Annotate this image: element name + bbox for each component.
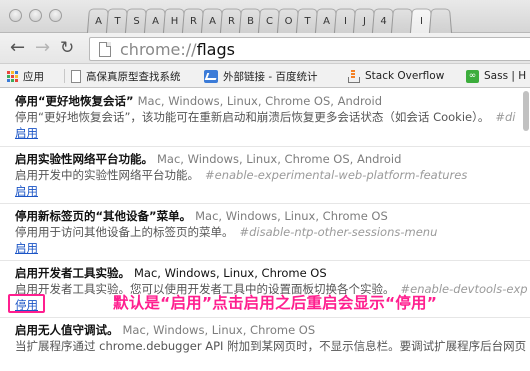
bookmark-label: Sass | H: [484, 70, 527, 82]
zoom-window-button[interactable]: [49, 9, 62, 22]
tab-label: O: [284, 15, 293, 27]
enable-link[interactable]: 启用: [15, 184, 38, 198]
experiment-platforms: Mac, Windows, Linux, Chrome OS, Android: [137, 94, 383, 108]
experiment-platforms: Mac, Windows, Linux, Chrome OS: [195, 209, 388, 223]
enable-link[interactable]: 启用: [15, 241, 38, 255]
tab-label: R: [228, 15, 235, 27]
bookmark-stack-overflow[interactable]: Stack Overflow: [347, 68, 444, 84]
sass-icon: ∞: [466, 69, 479, 83]
tab-strip: A T S A H R A R B C O T A I J 4 I: [0, 0, 530, 33]
url-text: chrome://flags: [120, 40, 235, 59]
tab-label: T: [114, 15, 121, 27]
apps-icon: [7, 70, 18, 82]
experiment-description: 停用用于访问其他设备上的标签页的菜单。: [15, 225, 234, 239]
tab-label: A: [95, 15, 102, 27]
tab-label: R: [190, 15, 197, 27]
back-arrow-icon[interactable]: ←: [10, 39, 25, 57]
tab[interactable]: [428, 3, 453, 33]
toolbar: ← → ↻ chrome://flags: [0, 33, 530, 64]
tab-label: A: [152, 15, 159, 27]
experiment-item: 启用无人值守调试。 Mac, Windows, Linux, Chrome OS …: [0, 317, 530, 354]
experiment-name: 停用新标签页的“其他设备”菜单。: [15, 209, 192, 223]
experiment-description: 当扩展程序通过 chrome.debugger API 附加到某网页时，不显示信…: [15, 339, 527, 353]
stats-icon: [204, 69, 218, 83]
experiment-name: 启用实验性网络平台功能。: [15, 152, 153, 166]
tab-label: T: [304, 15, 311, 27]
enable-link[interactable]: 启用: [15, 126, 38, 140]
bookmark-prototype-search[interactable]: 高保真原型查找系统: [71, 68, 181, 84]
experiment-name: 启用开发者工具实验。: [15, 266, 130, 280]
url-scheme: chrome://: [120, 40, 197, 59]
tab-label: C: [266, 15, 273, 27]
tab-label: A: [323, 15, 330, 27]
scrollbar-thumb[interactable]: [523, 91, 529, 131]
stackoverflow-icon: [347, 69, 360, 83]
page-icon: [71, 69, 81, 83]
tab-label: J: [363, 15, 366, 27]
experiment-platforms: Mac, Windows, Linux, Chrome OS: [134, 266, 327, 280]
experiment-description: 停用“更好地恢复会话”，该功能可在重新启动和崩溃后恢复更多会话状态（如会话 Co…: [15, 110, 490, 124]
experiment-anchor-link[interactable]: #di: [495, 110, 515, 124]
bookmark-apps[interactable]: 应用: [7, 68, 44, 84]
tab-label: S: [133, 15, 140, 27]
tab-label: A: [209, 15, 216, 27]
forward-arrow-icon[interactable]: →: [35, 39, 50, 57]
bookmark-label: 应用: [23, 70, 44, 83]
tab-label: I: [420, 15, 423, 27]
tab-label: 4: [380, 15, 387, 27]
experiment-item: 停用新标签页的“其他设备”菜单。 Mac, Windows, Linux, Chr…: [0, 203, 530, 256]
experiment-name: 停用“更好地恢复会话”: [15, 94, 134, 108]
bookmark-sass[interactable]: ∞ Sass | H: [466, 68, 526, 84]
bookmark-label: 高保真原型查找系统: [86, 70, 181, 83]
url-path: flags: [196, 40, 235, 59]
experiment-name: 启用无人值守调试。: [15, 323, 119, 337]
reload-icon[interactable]: ↻: [60, 39, 74, 57]
bookmark-separator: [64, 69, 65, 83]
experiment-platforms: Mac, Windows, Linux, Chrome OS: [122, 323, 316, 337]
flags-page: 停用“更好地恢复会话” Mac, Windows, Linux, Chrome O…: [0, 89, 530, 371]
tab-list: A T S A H R A R B C O T A I J 4 I: [86, 3, 447, 33]
tab-label: B: [247, 15, 254, 27]
highlight-box: [8, 294, 45, 313]
close-window-button[interactable]: [9, 9, 22, 22]
page-icon: [99, 42, 111, 57]
scrollbar[interactable]: [522, 89, 530, 371]
bookmark-label: 外部链接 - 百度统计: [223, 70, 318, 83]
experiment-item: 启用实验性网络平台功能。 Mac, Windows, Linux, Chrome …: [0, 146, 530, 199]
experiment-description: 启用开发中的实验性网络平台功能。: [15, 168, 199, 182]
experiment-anchor-link[interactable]: #enable-experimental-web-platform-featur…: [205, 168, 467, 182]
address-bar[interactable]: chrome://flags: [89, 37, 530, 61]
tab-label: I: [344, 15, 347, 27]
bookmark-baidu-stats[interactable]: 外部链接 - 百度统计: [204, 68, 317, 84]
experiment-anchor-link[interactable]: #disable-ntp-other-sessions-menu: [240, 225, 438, 239]
bookmark-label: Stack Overflow: [365, 70, 445, 82]
annotation-text: 默认是“启用”点击启用之后重启会显示“停用”: [113, 294, 438, 312]
experiment-item: 停用“更好地恢复会话” Mac, Windows, Linux, Chrome O…: [0, 93, 530, 141]
minimize-window-button[interactable]: [29, 9, 42, 22]
bookmarks-bar: 应用 高保真原型查找系统 外部链接 - 百度统计 Stack Overflow …: [0, 64, 530, 88]
experiment-platforms: Mac, Windows, Linux, Chrome OS, Android: [157, 152, 402, 166]
tab-label: H: [170, 15, 179, 27]
